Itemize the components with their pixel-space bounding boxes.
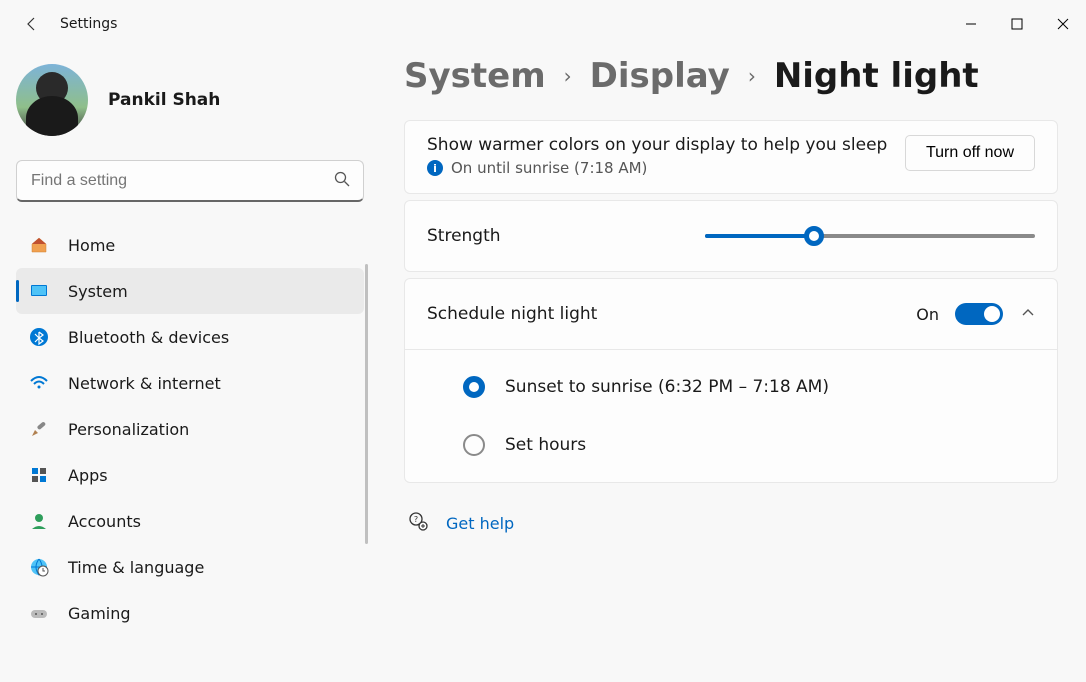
close-button[interactable] bbox=[1040, 8, 1086, 40]
chevron-right-icon: › bbox=[564, 64, 572, 88]
radio-label: Set hours bbox=[505, 435, 586, 455]
user-name: Pankil Shah bbox=[108, 90, 220, 110]
radio-sunset-sunrise[interactable]: Sunset to sunrise (6:32 PM – 7:18 AM) bbox=[405, 358, 1057, 416]
main-content: System › Display › Night light Show warm… bbox=[380, 48, 1086, 682]
home-icon bbox=[28, 234, 50, 256]
search-input[interactable] bbox=[16, 160, 364, 202]
maximize-icon bbox=[1011, 18, 1023, 30]
paintbrush-icon bbox=[28, 418, 50, 440]
turn-off-button[interactable]: Turn off now bbox=[905, 135, 1035, 171]
sidebar-item-accounts[interactable]: Accounts bbox=[16, 498, 364, 544]
status-heading: Show warmer colors on your display to he… bbox=[427, 135, 905, 155]
nav-label: Apps bbox=[68, 466, 108, 485]
strength-card: Strength bbox=[404, 200, 1058, 272]
nav-label: System bbox=[68, 282, 128, 301]
help-icon: ? bbox=[408, 511, 428, 535]
globe-clock-icon bbox=[28, 556, 50, 578]
system-icon bbox=[28, 280, 50, 302]
bluetooth-icon bbox=[28, 326, 50, 348]
schedule-header[interactable]: Schedule night light On bbox=[405, 279, 1057, 349]
radio-input[interactable] bbox=[463, 434, 485, 456]
nav-label: Personalization bbox=[68, 420, 189, 439]
apps-icon bbox=[28, 464, 50, 486]
chevron-right-icon: › bbox=[748, 64, 756, 88]
nav-label: Time & language bbox=[68, 558, 204, 577]
info-icon: i bbox=[427, 160, 443, 176]
svg-text:?: ? bbox=[414, 515, 418, 524]
nav-label: Gaming bbox=[68, 604, 131, 623]
nav-label: Home bbox=[68, 236, 115, 255]
nav-label: Accounts bbox=[68, 512, 141, 531]
sidebar-item-apps[interactable]: Apps bbox=[16, 452, 364, 498]
sidebar-item-home[interactable]: Home bbox=[16, 222, 364, 268]
search-icon bbox=[334, 171, 350, 191]
get-help-link[interactable]: Get help bbox=[446, 514, 514, 533]
radio-set-hours[interactable]: Set hours bbox=[405, 416, 1057, 474]
window-controls bbox=[948, 8, 1086, 40]
schedule-options: Sunset to sunrise (6:32 PM – 7:18 AM) Se… bbox=[405, 349, 1057, 482]
schedule-card: Schedule night light On Sunset to sunris… bbox=[404, 278, 1058, 483]
status-text: On until sunrise (7:18 AM) bbox=[451, 159, 647, 177]
back-button[interactable] bbox=[12, 4, 52, 44]
slider-fill bbox=[705, 234, 814, 238]
help-row: ? Get help bbox=[404, 489, 1058, 557]
crumb-system[interactable]: System bbox=[404, 56, 546, 96]
chevron-up-icon[interactable] bbox=[1021, 305, 1035, 324]
gamepad-icon bbox=[28, 602, 50, 624]
sidebar-item-gaming[interactable]: Gaming bbox=[16, 590, 364, 636]
toggle-state: On bbox=[916, 305, 939, 324]
sidebar-item-network[interactable]: Network & internet bbox=[16, 360, 364, 406]
radio-label: Sunset to sunrise (6:32 PM – 7:18 AM) bbox=[505, 377, 829, 397]
radio-input[interactable] bbox=[463, 376, 485, 398]
nav-label: Bluetooth & devices bbox=[68, 328, 229, 347]
nav-label: Network & internet bbox=[68, 374, 221, 393]
nav: Home System Bluetooth & devices Network … bbox=[16, 222, 364, 636]
breadcrumb: System › Display › Night light bbox=[404, 56, 1058, 96]
titlebar: Settings bbox=[0, 0, 1086, 48]
strength-slider[interactable] bbox=[705, 225, 1035, 247]
avatar bbox=[16, 64, 88, 136]
scrollbar[interactable] bbox=[365, 264, 368, 544]
search-box bbox=[16, 160, 364, 202]
strength-label: Strength bbox=[427, 226, 705, 246]
window-title: Settings bbox=[60, 16, 117, 32]
wifi-icon bbox=[28, 372, 50, 394]
schedule-toggle[interactable] bbox=[955, 303, 1003, 325]
sidebar: Pankil Shah Home System Bluetooth & devi… bbox=[0, 48, 380, 682]
crumb-display[interactable]: Display bbox=[590, 56, 730, 96]
slider-thumb[interactable] bbox=[804, 226, 824, 246]
arrow-left-icon bbox=[24, 16, 40, 32]
maximize-button[interactable] bbox=[994, 8, 1040, 40]
minimize-button[interactable] bbox=[948, 8, 994, 40]
sidebar-item-bluetooth[interactable]: Bluetooth & devices bbox=[16, 314, 364, 360]
close-icon bbox=[1057, 18, 1069, 30]
sidebar-item-time-language[interactable]: Time & language bbox=[16, 544, 364, 590]
accounts-icon bbox=[28, 510, 50, 532]
sidebar-item-system[interactable]: System bbox=[16, 268, 364, 314]
schedule-label: Schedule night light bbox=[427, 304, 916, 324]
minimize-icon bbox=[965, 18, 977, 30]
status-card: Show warmer colors on your display to he… bbox=[404, 120, 1058, 194]
page-title: Night light bbox=[774, 56, 979, 96]
user-profile[interactable]: Pankil Shah bbox=[16, 48, 364, 160]
sidebar-item-personalization[interactable]: Personalization bbox=[16, 406, 364, 452]
